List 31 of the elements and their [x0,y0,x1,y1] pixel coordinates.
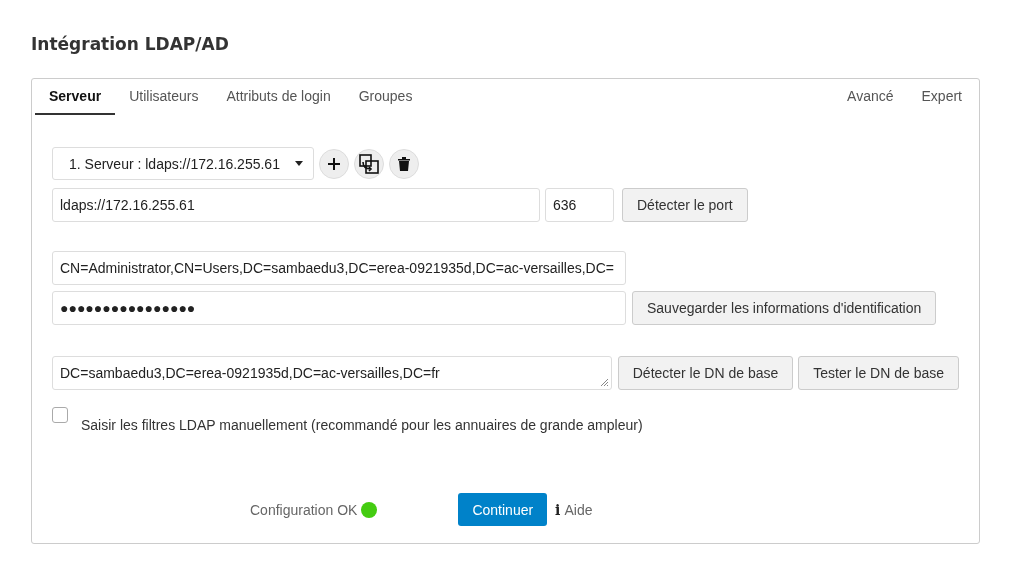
checkbox[interactable] [52,407,68,423]
user-dn-field[interactable]: CN=Administrator,CN=Users,DC=sambaedu3,DC=erea-0921935d,DC=ac-versailles,DC= [52,251,626,285]
tab[interactable]: Utilisateurs [115,79,213,115]
copy-icon [358,152,380,175]
base-dn-button[interactable]: Tester le DN de base [798,356,959,390]
tab[interactable]: Serveur [35,79,116,115]
tab[interactable]: Groupes [344,79,427,115]
checkbox-label: Saisir les filtres LDAP manuellement (recommandé pour les annuaires de grande ampleur) [81,417,643,433]
base-dn-field[interactable]: DC=sambaedu3,DC=erea-0921935d,DC=ac-versailles,DC=fr [52,356,612,390]
port-field[interactable]: 636 [545,188,614,222]
host-field[interactable]: ldaps://172.16.255.61 [52,188,540,222]
help-link[interactable]: Aide [564,501,593,518]
plus-icon [327,156,341,171]
continue-button[interactable]: Continuer [458,493,548,526]
tab[interactable]: Expert [907,79,976,115]
server-dropdown[interactable]: 1. Serveur : ldaps://172.16.255.61 [52,147,314,180]
base-dn-button[interactable]: Détecter le DN de base [617,356,794,390]
delete-server-button[interactable] [389,148,419,179]
info-icon: i [555,501,561,518]
resize-grip-icon [599,378,609,387]
status-text: Configuration OK [250,501,358,518]
page-title: Intégration LDAP/AD [31,34,230,54]
detect-port-button[interactable]: Détecter le port [622,188,748,222]
save-credentials-button[interactable]: Sauvegarder les informations d'identification [632,291,937,325]
copy-server-button[interactable] [354,148,384,179]
caret-icon [295,161,303,166]
trash-icon [398,156,410,171]
add-server-button[interactable] [319,148,349,179]
tab[interactable]: Attributs de login [212,79,345,115]
password-field[interactable]: ●●●●●●●●●●●●●●●● [52,291,626,325]
tab[interactable]: Avancé [833,79,908,115]
